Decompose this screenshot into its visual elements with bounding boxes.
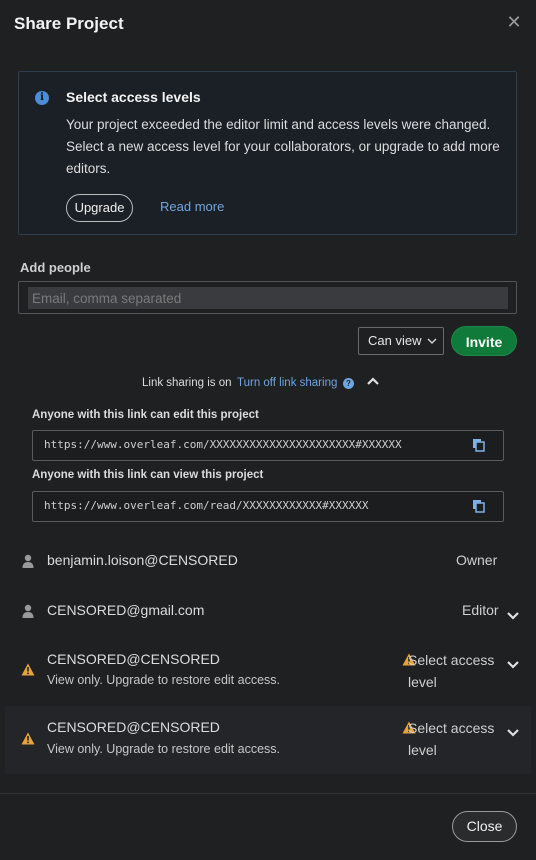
chevron-down-icon[interactable] xyxy=(507,724,519,737)
member-email: CENSORED@gmail.com xyxy=(47,602,205,618)
alert-message: Your project exceeded the editor limit a… xyxy=(66,117,500,176)
chevron-down-icon[interactable] xyxy=(507,607,519,620)
info-icon: i xyxy=(35,91,49,105)
link-sharing-status: Link sharing is on xyxy=(142,377,232,389)
help-icon[interactable]: ? xyxy=(343,378,354,389)
person-icon xyxy=(22,554,34,568)
chevron-down-icon[interactable] xyxy=(507,656,519,669)
warning-icon xyxy=(21,663,35,676)
footer-divider xyxy=(0,793,536,794)
email-input[interactable] xyxy=(28,287,508,309)
access-level-select[interactable]: Select access level xyxy=(408,649,503,693)
member-role-select[interactable]: Editor xyxy=(462,602,499,618)
warning-icon xyxy=(21,732,35,745)
member-email: benjamin.loison@CENSORED xyxy=(47,552,238,568)
chevron-down-icon xyxy=(427,328,437,365)
close-button[interactable]: Close xyxy=(452,811,517,842)
modal-title: Share Project xyxy=(14,14,124,33)
member-note: View only. Upgrade to restore edit acces… xyxy=(47,742,280,756)
alert-title: Select access levels xyxy=(66,89,201,105)
access-level-select[interactable]: Select access level xyxy=(408,717,503,761)
turn-off-link-sharing-link[interactable]: Turn off link sharing xyxy=(237,377,337,389)
share-project-modal: Share Project ✕ i Select access levels Y… xyxy=(0,0,536,860)
close-icon[interactable]: ✕ xyxy=(506,13,522,31)
view-link-field[interactable]: https://www.overleaf.com/read/XXXXXXXXXX… xyxy=(32,491,504,522)
copy-icon[interactable] xyxy=(472,499,486,514)
member-note: View only. Upgrade to restore edit acces… xyxy=(47,673,280,687)
permission-select[interactable]: Can view xyxy=(358,327,444,355)
read-more-link[interactable]: Read more xyxy=(160,199,224,214)
access-levels-alert: i Select access levels Your project exce… xyxy=(18,71,517,235)
edit-link-label: Anyone with this link can edit this proj… xyxy=(32,409,259,421)
permission-select-value: Can view xyxy=(368,333,422,348)
upgrade-button[interactable]: Upgrade xyxy=(66,194,133,222)
add-people-field xyxy=(18,281,517,314)
modal-header: Share Project ✕ xyxy=(0,0,536,50)
copy-icon[interactable] xyxy=(472,438,486,453)
view-link-url: https://www.overleaf.com/read/XXXXXXXXXX… xyxy=(44,499,369,512)
add-people-label: Add people xyxy=(20,260,91,275)
chevron-up-icon[interactable] xyxy=(365,373,381,389)
person-icon xyxy=(22,604,34,618)
edit-link-url: https://www.overleaf.com/XXXXXXXXXXXXXXX… xyxy=(44,438,402,451)
edit-link-field[interactable]: https://www.overleaf.com/XXXXXXXXXXXXXXX… xyxy=(32,430,504,461)
view-link-label: Anyone with this link can view this proj… xyxy=(32,469,264,481)
member-email: CENSORED@CENSORED xyxy=(47,719,220,735)
member-email: CENSORED@CENSORED xyxy=(47,651,220,667)
member-role: Owner xyxy=(456,552,498,568)
invite-button[interactable]: Invite xyxy=(451,326,517,356)
